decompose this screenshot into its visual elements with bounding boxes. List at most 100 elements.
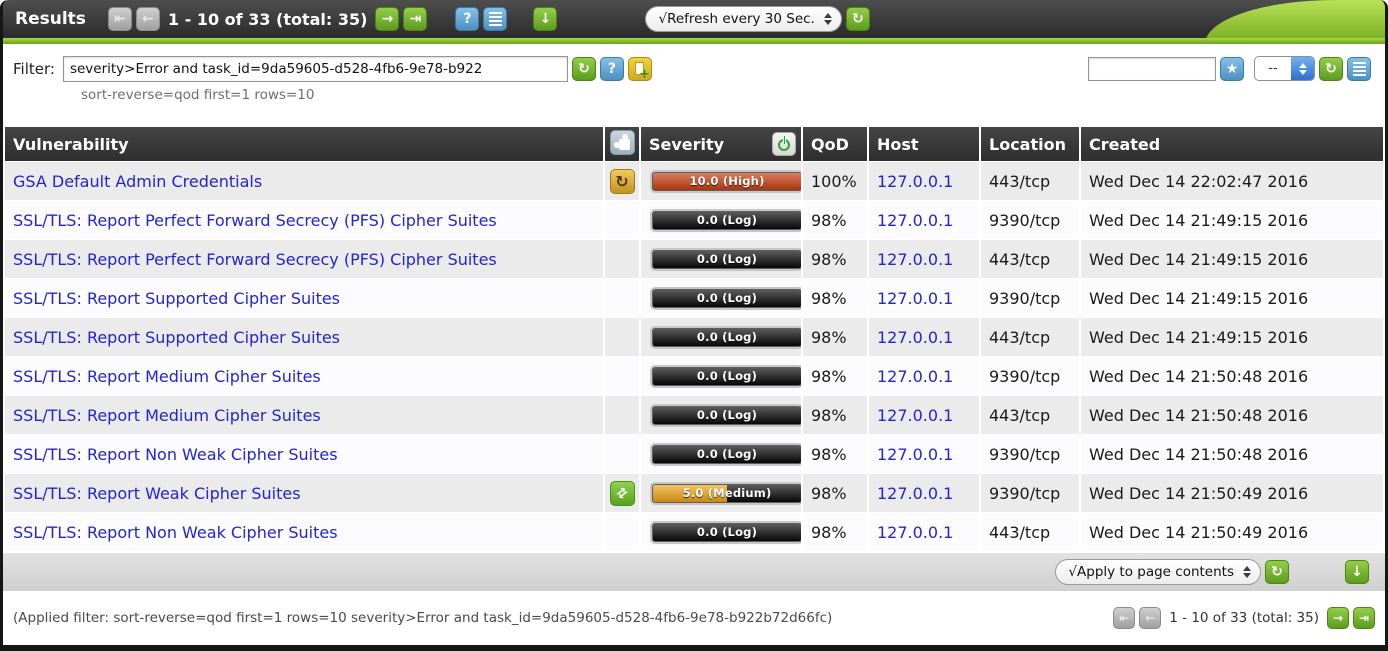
severity-bar: 0.0 (Log) xyxy=(652,523,801,542)
vulnerability-link[interactable]: SSL/TLS: Report Medium Cipher Suites xyxy=(13,406,321,425)
severity-cell: 0.0 (Log) xyxy=(641,357,801,395)
created-cell: Wed Dec 14 21:50:49 2016 xyxy=(1081,513,1383,551)
filter-subtext: sort-reverse=qod first=1 rows=10 xyxy=(81,87,1385,103)
solution-type-puzzle-icon[interactable] xyxy=(610,130,635,155)
host-link[interactable]: 127.0.0.1 xyxy=(877,211,953,230)
pagination-label: 1 - 10 of 33 (total: 35) xyxy=(1169,610,1319,626)
download-icon[interactable]: ↓ xyxy=(533,7,557,31)
apply-refresh-icon[interactable]: ↻ xyxy=(1265,560,1289,584)
mitigate-icon[interactable]: ⇄ xyxy=(610,481,635,506)
severity-bar: 0.0 (Log) xyxy=(652,445,801,464)
created-cell: Wed Dec 14 21:50:48 2016 xyxy=(1081,396,1383,434)
saved-filter-name-input[interactable] xyxy=(1088,57,1216,81)
qod-cell: 98% xyxy=(803,279,867,317)
save-filter-star-icon[interactable]: ★ xyxy=(1220,57,1244,81)
severity-cell: 0.0 (Log) xyxy=(641,240,801,278)
vulnerability-link[interactable]: SSL/TLS: Report Non Weak Cipher Suites xyxy=(13,445,338,464)
footer-download-icon[interactable]: ↓ xyxy=(1345,560,1369,584)
filters-list-icon[interactable] xyxy=(1347,57,1371,81)
created-cell: Wed Dec 14 22:02:47 2016 xyxy=(1081,162,1383,200)
column-header-vulnerability[interactable]: Vulnerability xyxy=(5,127,603,161)
location-cell: 443/tcp xyxy=(981,162,1079,200)
previous-page-icon[interactable]: ← xyxy=(136,7,160,31)
severity-bar: 0.0 (Log) xyxy=(652,289,801,308)
host-link[interactable]: 127.0.0.1 xyxy=(877,406,953,425)
column-header-severity[interactable]: Severity xyxy=(641,127,801,161)
filter-help-icon[interactable]: ? xyxy=(600,57,624,81)
refresh-interval-select[interactable]: √Refresh every 30 Sec. xyxy=(645,6,841,32)
vulnerability-link[interactable]: SSL/TLS: Report Perfect Forward Secrecy … xyxy=(13,211,497,230)
host-link[interactable]: 127.0.0.1 xyxy=(877,445,953,464)
next-page-icon[interactable]: → xyxy=(1327,607,1349,629)
host-link[interactable]: 127.0.0.1 xyxy=(877,289,953,308)
severity-bar: 0.0 (Log) xyxy=(652,211,801,230)
table-row: SSL/TLS: Report Supported Cipher Suites 0… xyxy=(5,279,1383,317)
first-page-icon[interactable]: ⇤ xyxy=(108,7,132,31)
vulnerability-link[interactable]: SSL/TLS: Report Supported Cipher Suites xyxy=(13,289,340,308)
solution-type-cell xyxy=(605,201,639,239)
plus-glyph-icon: + xyxy=(639,68,650,81)
host-link[interactable]: 127.0.0.1 xyxy=(877,367,953,386)
host-link[interactable]: 127.0.0.1 xyxy=(877,328,953,347)
vulnerability-link[interactable]: SSL/TLS: Report Supported Cipher Suites xyxy=(13,328,340,347)
table-row: SSL/TLS: Report Weak Cipher Suites ⇄ 5.0 (… xyxy=(5,474,1383,512)
severity-label: 5.0 (Medium) xyxy=(653,485,801,502)
apply-to-select[interactable]: √Apply to page contents xyxy=(1055,559,1261,585)
qod-cell: 98% xyxy=(803,201,867,239)
severity-label: 0.0 (Log) xyxy=(653,524,801,541)
qod-cell: 98% xyxy=(803,435,867,473)
solution-type-cell xyxy=(605,279,639,317)
severity-bar: 10.0 (High) xyxy=(652,172,801,191)
severity-label: 0.0 (Log) xyxy=(653,212,801,229)
severity-bar: 0.0 (Log) xyxy=(652,250,801,269)
refresh-icon[interactable]: ↻ xyxy=(846,7,870,31)
host-link[interactable]: 127.0.0.1 xyxy=(877,484,953,503)
column-header-location[interactable]: Location xyxy=(981,127,1079,161)
solution-type-cell xyxy=(605,240,639,278)
workaround-icon[interactable]: ↻ xyxy=(610,169,635,194)
location-cell: 443/tcp xyxy=(981,513,1079,551)
bottom-pagination: ⇤ ← 1 - 10 of 33 (total: 35) → ⇥ xyxy=(1113,607,1375,629)
table-row: SSL/TLS: Report Supported Cipher Suites0… xyxy=(5,318,1383,356)
qod-cell: 98% xyxy=(803,396,867,434)
severity-label: 0.0 (Log) xyxy=(653,446,801,463)
severity-override-power-icon[interactable] xyxy=(772,132,796,156)
saved-filter-select-value: -- xyxy=(1255,57,1291,80)
qod-cell: 98% xyxy=(803,357,867,395)
filter-input[interactable] xyxy=(63,56,568,82)
last-page-icon[interactable]: ⇥ xyxy=(1353,607,1375,629)
first-page-icon[interactable]: ⇤ xyxy=(1113,607,1135,629)
host-link[interactable]: 127.0.0.1 xyxy=(877,250,953,269)
previous-page-icon[interactable]: ← xyxy=(1139,607,1161,629)
solution-type-cell xyxy=(605,357,639,395)
new-filter-icon[interactable]: + xyxy=(628,57,652,81)
table-row: SSL/TLS: Report Medium Cipher Suites 0.0 … xyxy=(5,396,1383,434)
list-icon[interactable] xyxy=(483,7,507,31)
severity-bar: 0.0 (Log) xyxy=(652,367,801,386)
host-link[interactable]: 127.0.0.1 xyxy=(877,523,953,542)
created-cell: Wed Dec 14 21:49:15 2016 xyxy=(1081,240,1383,278)
vulnerability-link[interactable]: SSL/TLS: Report Perfect Forward Secrecy … xyxy=(13,250,497,269)
vulnerability-link[interactable]: SSL/TLS: Report Weak Cipher Suites xyxy=(13,484,301,503)
created-cell: Wed Dec 14 21:49:15 2016 xyxy=(1081,318,1383,356)
location-cell: 9390/tcp xyxy=(981,474,1079,512)
top-header-bar: Results ⇤ ← 1 - 10 of 33 (total: 35) → ⇥… xyxy=(3,0,1385,44)
next-page-icon[interactable]: → xyxy=(375,7,399,31)
created-cell: Wed Dec 14 21:50:48 2016 xyxy=(1081,435,1383,473)
host-link[interactable]: 127.0.0.1 xyxy=(877,172,953,191)
column-header-created[interactable]: Created xyxy=(1081,127,1383,161)
vulnerability-link[interactable]: SSL/TLS: Report Non Weak Cipher Suites xyxy=(13,523,338,542)
apply-saved-filter-refresh-icon[interactable]: ↻ xyxy=(1319,57,1343,81)
severity-bar: 0.0 (Log) xyxy=(652,406,801,425)
vulnerability-link[interactable]: GSA Default Admin Credentials xyxy=(13,172,262,191)
created-cell: Wed Dec 14 21:49:15 2016 xyxy=(1081,279,1383,317)
last-page-icon[interactable]: ⇥ xyxy=(403,7,427,31)
column-header-host[interactable]: Host xyxy=(869,127,979,161)
vulnerability-link[interactable]: SSL/TLS: Report Medium Cipher Suites xyxy=(13,367,321,386)
help-icon[interactable]: ? xyxy=(455,7,479,31)
saved-filter-select[interactable]: -- xyxy=(1254,56,1315,81)
select-chevrons-icon xyxy=(1291,57,1314,80)
update-filter-icon[interactable]: ↻ xyxy=(572,57,596,81)
severity-label: 10.0 (High) xyxy=(653,173,801,190)
column-header-qod[interactable]: QoD xyxy=(803,127,867,161)
